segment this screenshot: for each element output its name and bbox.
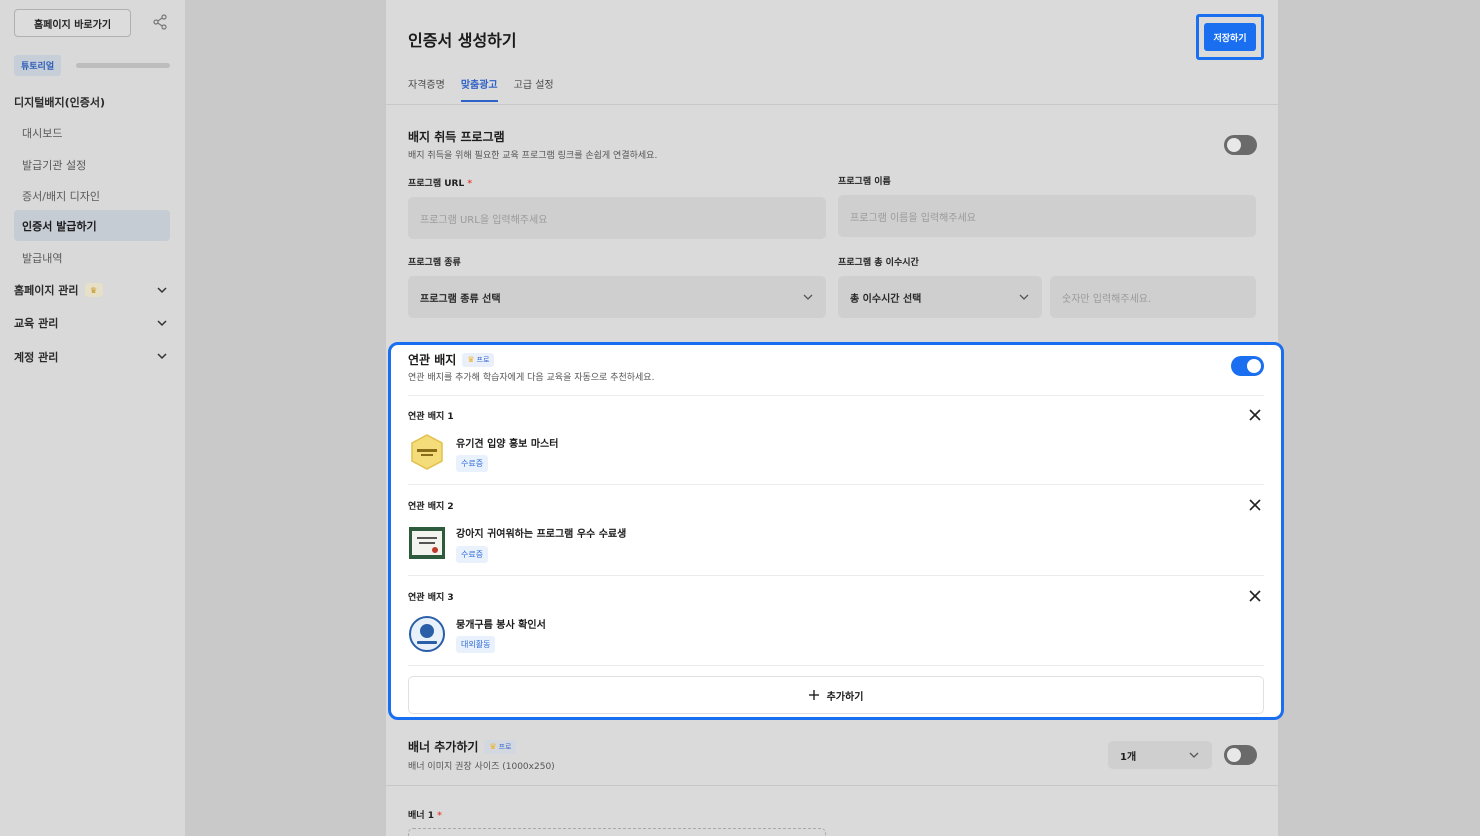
badge-image-certificate	[409, 527, 445, 559]
page-title: 인증서 생성하기	[408, 31, 517, 50]
program-url-input[interactable]: 프로그램 URL을 입력해주세요	[408, 197, 826, 239]
chevron-down-icon	[803, 294, 813, 300]
related-badge-name: 뭉개구름 봉사 확인서	[456, 620, 546, 631]
program-url-label-text: 프로그램 URL	[408, 179, 465, 189]
sidebar-section-label: 홈페이지 관리	[14, 284, 79, 297]
banner-upload-area[interactable]	[408, 828, 826, 836]
related-badge-label: 연관 배지 3	[408, 593, 454, 603]
sidebar-item-badge-design[interactable]: 증서/배지 디자인	[22, 188, 100, 204]
badge-image-circle	[409, 616, 445, 652]
tab-bar: 자격증명 맞춤광고 고급 설정	[408, 76, 554, 102]
banner-section-description: 배너 이미지 권장 사이즈 (1000x250)	[408, 762, 555, 772]
homepage-shortcut-button[interactable]: 홈페이지 바로가기	[14, 9, 131, 37]
related-title-text: 연관 배지	[408, 353, 457, 367]
program-hours-label: 프로그램 총 이수시간	[838, 258, 919, 268]
sidebar-section-education[interactable]: 교육 관리	[14, 315, 58, 331]
close-icon[interactable]	[1249, 409, 1261, 421]
program-toggle[interactable]	[1224, 135, 1257, 155]
related-badge-name: 강아지 귀여워하는 프로그램 우수 수료생	[456, 529, 627, 540]
program-name-input[interactable]: 프로그램 이름을 입력해주세요	[838, 195, 1256, 237]
tab-advanced-settings[interactable]: 고급 설정	[514, 76, 554, 102]
program-url-label: 프로그램 URL *	[408, 176, 472, 189]
chevron-down-icon	[1189, 752, 1199, 758]
program-section-title: 배지 취득 프로그램	[408, 130, 505, 144]
related-badge-tag: 수료증	[456, 455, 489, 472]
sidebar: 홈페이지 바로가기 튜토리얼 디지털배지(인증서) 대시보드 발급기관 설정 증…	[0, 0, 185, 836]
related-badge-name: 유기견 입양 홍보 마스터	[456, 439, 559, 450]
related-badges-toggle[interactable]	[1231, 356, 1264, 376]
banner-count-value: 1개	[1120, 751, 1137, 763]
sidebar-section-account[interactable]: 계정 관리	[14, 349, 58, 365]
banner-1-label-text: 배너 1	[408, 811, 434, 821]
program-type-select[interactable]: 프로그램 종류 선택	[408, 276, 826, 318]
save-button[interactable]: 저장하기	[1204, 23, 1256, 51]
required-mark: *	[467, 179, 473, 189]
close-icon[interactable]	[1249, 590, 1261, 602]
divider	[386, 785, 1278, 786]
related-badges-title: 연관 배지 ♛ 프로	[408, 351, 495, 368]
related-badge-tag: 수료증	[456, 546, 489, 563]
save-button-highlight: 저장하기	[1196, 14, 1264, 60]
banner-count-select[interactable]: 1개	[1108, 741, 1212, 769]
related-badges-card: 연관 배지 ♛ 프로 연관 배지를 추가해 학습자에게 다음 교육을 자동으로 추…	[388, 342, 1284, 720]
sidebar-section-digital-badge: 디지털배지(인증서)	[14, 96, 106, 109]
add-related-badge-button[interactable]: 추가하기	[408, 676, 1264, 714]
sidebar-item-issue-history[interactable]: 발급내역	[22, 250, 62, 266]
program-type-label: 프로그램 종류	[408, 258, 461, 268]
related-badge-tag: 대외활동	[456, 636, 496, 653]
pro-badge: ♛ 프로	[462, 352, 495, 367]
crown-icon: ♛	[467, 355, 475, 364]
program-hours-input[interactable]: 숫자만 입력해주세요.	[1050, 276, 1256, 318]
pro-label: 프로	[476, 355, 490, 364]
sidebar-item-dashboard[interactable]: 대시보드	[22, 125, 62, 141]
divider	[408, 575, 1264, 576]
required-mark: *	[437, 811, 442, 821]
tab-credential[interactable]: 자격증명	[408, 76, 445, 102]
related-badges-description: 연관 배지를 추가해 학습자에게 다음 교육을 자동으로 추천하세요.	[408, 373, 655, 383]
divider	[408, 395, 1264, 396]
chevron-down-icon	[1019, 294, 1029, 300]
close-icon[interactable]	[1249, 499, 1261, 511]
related-badge-label: 연관 배지 1	[408, 412, 454, 422]
chevron-down-icon[interactable]	[156, 284, 168, 296]
divider	[408, 665, 1264, 666]
sidebar-item-issuer-settings[interactable]: 발급기관 설정	[22, 157, 86, 173]
program-hours-value: 총 이수시간 선택	[850, 293, 922, 305]
tutorial-progress-bar	[76, 63, 170, 68]
banner-toggle[interactable]	[1224, 745, 1257, 765]
sidebar-item-issue-certificate[interactable]: 인증서 발급하기	[14, 210, 170, 241]
chevron-down-icon[interactable]	[156, 317, 168, 329]
related-badge-label: 연관 배지 2	[408, 502, 454, 512]
share-icon[interactable]	[152, 14, 168, 30]
program-section-description: 배지 취득을 위해 필요한 교육 프로그램 링크를 손쉽게 연결하세요.	[408, 151, 658, 161]
program-type-value: 프로그램 종류 선택	[420, 293, 501, 305]
add-label: 추가하기	[826, 691, 864, 703]
banner-title-text: 배너 추가하기	[408, 740, 479, 754]
sidebar-section-homepage[interactable]: 홈페이지 관리 ♛	[14, 282, 103, 298]
chevron-down-icon[interactable]	[156, 350, 168, 362]
plus-icon	[808, 690, 819, 700]
tutorial-badge[interactable]: 튜토리얼	[14, 55, 62, 76]
banner-1-label: 배너 1 *	[408, 808, 442, 821]
pro-label: 프로	[498, 742, 512, 751]
divider	[386, 104, 1278, 105]
divider	[408, 484, 1264, 485]
crown-icon: ♛	[84, 283, 103, 297]
crown-icon: ♛	[489, 742, 497, 751]
program-name-label: 프로그램 이름	[838, 177, 891, 187]
pro-badge: ♛ 프로	[484, 739, 517, 754]
tab-custom-ads[interactable]: 맞춤광고	[460, 76, 498, 102]
banner-section-title: 배너 추가하기 ♛ 프로	[408, 738, 517, 755]
program-hours-select[interactable]: 총 이수시간 선택	[838, 276, 1042, 318]
badge-image-hexagon	[411, 434, 443, 470]
